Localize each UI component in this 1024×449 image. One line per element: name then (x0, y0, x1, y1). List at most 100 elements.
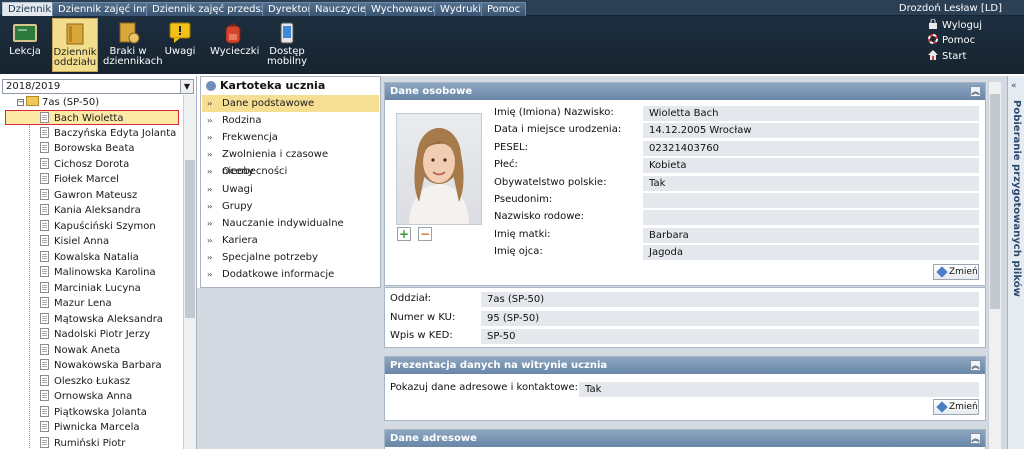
student-card-item-label: Frekwencja (222, 132, 278, 144)
wyloguj-link[interactable]: Wyloguj (928, 18, 982, 32)
menu-tab-wychowawca[interactable]: Wychowawca (365, 2, 445, 16)
student-node[interactable]: Ornowska Anna (40, 389, 132, 404)
missing-entries-icon (116, 22, 140, 44)
student-node[interactable]: Oleszko Łukasz (40, 374, 130, 389)
student-node[interactable]: Mątowska Aleksandra (40, 312, 163, 327)
personal-field-value: 02321403760 (643, 140, 979, 156)
menu-tab-wydruki[interactable]: Wydruki (434, 2, 487, 16)
side-panel-strip[interactable]: « Pobieranie przygotowanych plików (1007, 76, 1024, 449)
warning-icon (168, 22, 192, 44)
menu-tab-pomoc[interactable]: Pomoc (481, 2, 527, 16)
student-card-header: Kartoteka ucznia (201, 77, 380, 94)
document-icon (40, 188, 49, 200)
middle-empty-area (197, 288, 383, 449)
expand-left-icon[interactable]: « (1011, 81, 1017, 91)
student-name: Bach Wioletta (54, 113, 124, 124)
student-card-item[interactable]: ›› Frekwencja (202, 129, 379, 146)
wycieczki-button[interactable]: Wycieczki (210, 18, 259, 72)
student-card-item-label: Grupy (222, 200, 253, 212)
personal-field-label: Pseudonim: (494, 194, 553, 205)
student-card-item[interactable]: ›› Nauczanie indywidualne (202, 215, 379, 232)
collapse-up-icon[interactable]: ︽ (970, 433, 981, 444)
student-name: Mazur Lena (54, 298, 112, 309)
student-node[interactable]: Piwnicka Marcela (40, 420, 140, 435)
student-node[interactable]: Kania Aleksandra (40, 203, 141, 218)
personal-field-label: Nazwisko rodowe: (494, 211, 584, 223)
braki-button[interactable]: Braki w dziennikach (103, 18, 163, 72)
student-card-item[interactable]: ›› Dodatkowe informacje (202, 266, 379, 283)
student-node[interactable]: Malinowska Karolina (40, 265, 156, 280)
content-scrollbar-thumb[interactable] (990, 94, 1000, 309)
zmien-prezentacja-button[interactable]: Zmień (933, 399, 979, 415)
student-name: Malinowska Karolina (54, 267, 156, 278)
student-card-item[interactable]: ›› Grupy (202, 198, 379, 215)
student-node[interactable]: Kapuściński Szymon (40, 219, 156, 234)
zmien-dane-osobowe-button[interactable]: Zmień (933, 264, 979, 280)
student-node[interactable]: Marciniak Lucyna (40, 281, 141, 296)
collapse-up-icon[interactable]: ︽ (970, 360, 981, 371)
chevron-right-icon: ›› (207, 184, 213, 194)
left-scrollbar-thumb[interactable] (185, 160, 195, 318)
remove-photo-button[interactable]: − (418, 227, 432, 241)
dziennik-oddzialu-button[interactable]: Dziennik oddziału (52, 18, 98, 72)
student-name: Mątowska Aleksandra (54, 313, 163, 325)
left-scrollbar[interactable] (183, 95, 196, 449)
student-name: Kapuściński Szymon (54, 220, 156, 232)
document-icon (40, 142, 49, 153)
student-node[interactable]: Borowska Beata (40, 141, 135, 156)
student-node[interactable]: Nowakowska Barbara (40, 358, 162, 373)
document-icon (40, 436, 49, 448)
student-node[interactable]: Nadolski Piotr Jerzy (40, 327, 150, 342)
student-card-item[interactable]: ›› Zwolnienia i czasowe nieobecności (202, 146, 379, 177)
student-node[interactable]: Nowak Aneta (40, 343, 120, 358)
student-card-item[interactable]: ›› Kariera (202, 232, 379, 249)
chevron-right-icon: ›› (207, 116, 213, 126)
student-card-item-label: Oceny (222, 166, 254, 178)
student-node[interactable]: Kisiel Anna (40, 234, 109, 249)
student-node[interactable]: Piątkowska Jolanta (40, 405, 147, 420)
student-card-item-label: Dane podstawowe (222, 98, 315, 109)
student-node[interactable]: Fiołek Marcel (40, 172, 119, 187)
braki-label: Braki w dziennikach (103, 46, 163, 67)
school-year-select[interactable]: 2018/2019 ▼ (2, 79, 194, 94)
lekcja-button[interactable]: Lekcja (4, 18, 46, 72)
pomoc-link[interactable]: Pomoc (928, 34, 975, 47)
chevron-right-icon: ›› (207, 235, 213, 245)
student-card-item[interactable]: ›› Specjalne potrzeby (202, 249, 379, 266)
chevron-right-icon: ›› (207, 270, 213, 279)
document-icon (40, 405, 49, 417)
chevron-down-icon[interactable]: ▼ (180, 80, 193, 93)
student-card-item[interactable]: ›› Rodzina (202, 112, 379, 129)
student-node[interactable]: Gawron Mateusz (40, 188, 137, 203)
document-icon (40, 359, 49, 370)
student-card-item[interactable]: ›› Uwagi (202, 181, 379, 198)
student-node[interactable]: Bach Wioletta (5, 110, 179, 125)
add-photo-button[interactable]: + (397, 227, 411, 241)
home-icon (928, 50, 938, 60)
student-node[interactable]: Mazur Lena (40, 296, 112, 311)
student-node[interactable]: Cichosz Dorota (40, 157, 129, 172)
student-name: Baczyńska Edyta Jolanta (54, 127, 177, 139)
collapse-up-icon[interactable]: ︽ (970, 86, 981, 97)
collapse-icon[interactable]: − (17, 99, 24, 106)
class-node[interactable]: − 7as (SP-50) (17, 95, 99, 110)
student-card-item-label: Rodzina (222, 115, 262, 127)
menu-tab-dziennik[interactable]: Dziennik (2, 2, 58, 16)
personal-field-label: Płeć: (494, 159, 518, 171)
chevron-right-icon: ›› (207, 201, 213, 211)
document-icon (40, 343, 49, 355)
content-scrollbar[interactable] (988, 82, 1001, 449)
student-node[interactable]: Baczyńska Edyta Jolanta (40, 126, 176, 141)
start-link[interactable]: Start (928, 50, 966, 63)
side-panel-label: Pobieranie przygotowanych plików (1011, 100, 1022, 297)
dostep-mobilny-button[interactable]: Dostęp mobilny (264, 18, 310, 72)
pencil-icon (936, 401, 948, 413)
student-card-item[interactable]: ›› Oceny (202, 163, 379, 180)
student-node[interactable]: Kowalska Natalia (40, 250, 139, 265)
dane-adresowe-title: Dane adresowe (390, 433, 477, 444)
uwagi-button[interactable]: Uwagi (160, 18, 200, 72)
student-node[interactable]: Rumiński Piotr (40, 436, 125, 449)
student-name: Fiołek Marcel (54, 174, 119, 185)
user-name[interactable]: Drozdoń Lesław [LD] (899, 2, 1002, 15)
student-card-item[interactable]: ›› Dane podstawowe (202, 95, 379, 112)
